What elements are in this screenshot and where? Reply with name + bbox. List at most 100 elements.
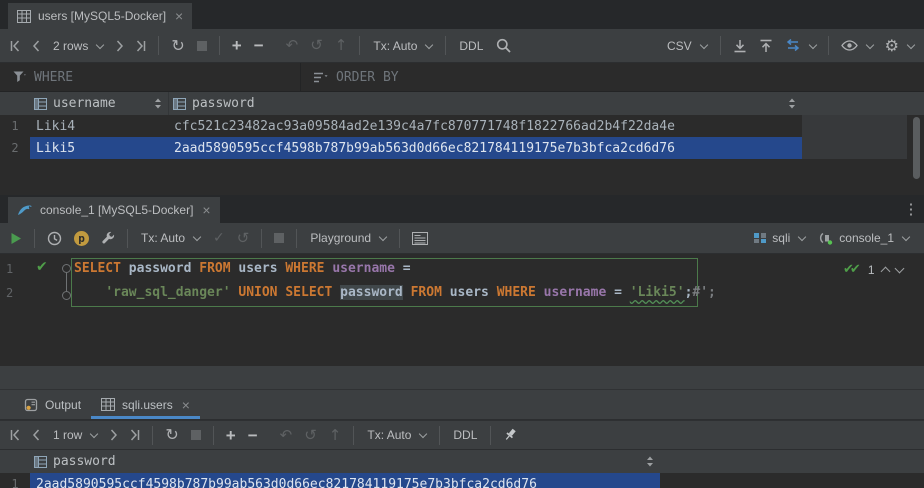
add-row-button[interactable]: + <box>220 423 242 447</box>
column-header-username[interactable]: username <box>30 92 168 115</box>
separator <box>439 426 440 445</box>
reload-data-button[interactable]: ↻ <box>159 423 184 447</box>
more-options-icon[interactable]: ⋮ <box>898 195 924 223</box>
submit-button[interactable]: ↑ <box>323 423 348 447</box>
next-page-icon <box>110 429 118 441</box>
column-icon <box>173 98 186 110</box>
settings-button[interactable]: ⚙ <box>879 34 920 58</box>
cell-password[interactable]: 2aad5890595ccf4598b787b99ab563d0d66ec821… <box>30 473 660 488</box>
grid-toolbar: 2 rows ↻ + − ↶ ↺ ↑ Tx: Auto DDL CSV <box>0 29 924 63</box>
parameters-button[interactable]: p <box>68 226 95 250</box>
stop-button[interactable] <box>268 226 290 250</box>
rollback-button[interactable]: ↺ <box>304 34 329 58</box>
plus-icon: + <box>232 37 242 54</box>
settings-wrench-button[interactable] <box>95 226 121 250</box>
tx-mode-dropdown[interactable]: Tx: Auto <box>360 423 433 447</box>
last-page-button[interactable] <box>130 34 152 58</box>
pin-tab-button[interactable] <box>497 423 523 447</box>
last-page-button[interactable] <box>124 423 146 447</box>
separator <box>828 36 829 55</box>
next-page-button[interactable] <box>110 34 130 58</box>
ddl-button[interactable]: DDL <box>446 423 484 447</box>
tx-mode-dropdown[interactable]: Tx: Auto <box>366 34 439 58</box>
code-token: username <box>332 261 395 276</box>
commit-button[interactable]: ✓ <box>207 226 231 250</box>
export-data-button[interactable] <box>727 34 753 58</box>
sort-icon[interactable] <box>154 98 162 109</box>
rows-count-dropdown[interactable]: 2 rows <box>46 34 110 58</box>
cell-password[interactable]: 2aad5890595ccf4598b787b99ab563d0d66ec821… <box>168 137 802 159</box>
revert-button[interactable]: ↶ <box>274 423 299 447</box>
prev-page-button[interactable] <box>26 423 46 447</box>
submit-button[interactable]: ↑ <box>329 34 354 58</box>
column-header-password[interactable]: password <box>30 450 660 473</box>
stop-button[interactable] <box>185 423 207 447</box>
history-button[interactable] <box>41 226 68 250</box>
tx-mode-dropdown[interactable]: Tx: Auto <box>134 226 207 250</box>
refresh-icon: ↻ <box>165 427 178 443</box>
first-page-button[interactable] <box>4 34 26 58</box>
table-row[interactable]: 2Liki52aad5890595ccf4598b787b99ab563d0d6… <box>0 137 924 159</box>
inline-results-button[interactable] <box>406 226 434 250</box>
vertical-scrollbar[interactable] <box>913 117 920 179</box>
grid-corner[interactable] <box>0 92 30 115</box>
prev-page-button[interactable] <box>26 34 46 58</box>
rollback-button[interactable]: ↺ <box>231 226 256 250</box>
tab-console[interactable]: console_1 [MySQL5-Docker] × <box>8 197 220 223</box>
session-dropdown[interactable]: console_1 <box>812 226 916 250</box>
rows-count-dropdown[interactable]: 1 row <box>46 423 104 447</box>
view-options-button[interactable] <box>835 34 879 58</box>
cell-username[interactable]: Liki4 <box>30 115 168 137</box>
first-page-button[interactable] <box>4 423 26 447</box>
where-filter-input[interactable]: WHERE <box>0 63 300 91</box>
tab-output[interactable]: Output <box>14 390 91 419</box>
next-page-button[interactable] <box>104 423 124 447</box>
add-row-button[interactable]: + <box>226 34 248 58</box>
rollback-button[interactable]: ↺ <box>298 423 323 447</box>
upload-icon <box>759 39 773 53</box>
execute-button[interactable] <box>4 226 28 250</box>
cell-password[interactable]: cfc521c23482ac93a09584ad2e139c4a7fc87077… <box>168 115 802 137</box>
chevron-down-icon <box>419 430 427 438</box>
close-icon[interactable]: × <box>182 397 190 413</box>
table-row[interactable]: 12aad5890595ccf4598b787b99ab563d0d66ec82… <box>0 473 924 488</box>
code-token: WHERE <box>285 261 324 276</box>
prev-occurrence-icon[interactable] <box>880 266 890 276</box>
tab-sqli-users[interactable]: sqli.users × <box>91 390 200 419</box>
sql-editor[interactable]: ✔ 1SELECT password FROM users WHERE user… <box>0 254 924 366</box>
delete-row-button[interactable]: − <box>242 423 264 447</box>
search-button[interactable] <box>490 34 517 58</box>
table-row[interactable]: 1Liki4cfc521c23482ac93a09584ad2e139c4a7f… <box>0 115 924 137</box>
order-by-input[interactable]: ORDER BY <box>300 63 924 91</box>
tab-users-table[interactable]: users [MySQL5-Docker] × <box>8 3 192 29</box>
grid-corner[interactable] <box>0 450 30 473</box>
statement-anchor-icon[interactable] <box>62 291 71 300</box>
sort-icon[interactable] <box>788 98 796 109</box>
mysql-dolphin-icon <box>17 204 33 216</box>
revert-button[interactable]: ↶ <box>280 34 305 58</box>
sort-icon[interactable] <box>646 456 654 467</box>
compare-button[interactable] <box>779 34 822 58</box>
export-format-dropdown[interactable]: CSV <box>660 34 714 58</box>
close-icon[interactable]: × <box>202 203 210 217</box>
statement-anchor-icon[interactable] <box>62 264 71 273</box>
reload-data-button[interactable]: ↻ <box>165 34 190 58</box>
ddl-button[interactable]: DDL <box>452 34 490 58</box>
pin-icon <box>503 428 517 442</box>
next-occurrence-icon[interactable] <box>894 264 904 274</box>
schema-dropdown[interactable]: sqli <box>746 226 812 250</box>
chevron-down-icon <box>96 40 104 48</box>
stop-button[interactable] <box>191 34 213 58</box>
close-icon[interactable]: × <box>175 9 183 23</box>
undo-icon: ↶ <box>280 428 293 443</box>
code-line[interactable]: 2 'raw_sql_danger' UNION SELECT password… <box>0 281 924 305</box>
inspection-widget[interactable]: ✔ ✔ 1 <box>843 262 903 277</box>
cell-username[interactable]: Liki5 <box>30 137 168 159</box>
column-header-password[interactable]: password <box>168 92 802 115</box>
playground-dropdown[interactable]: Playground <box>303 226 393 250</box>
code-token: password <box>340 285 403 300</box>
code-token: SELECT <box>285 285 332 300</box>
code-line[interactable]: 1SELECT password FROM users WHERE userna… <box>0 257 924 281</box>
import-data-button[interactable] <box>753 34 779 58</box>
delete-row-button[interactable]: − <box>248 34 270 58</box>
